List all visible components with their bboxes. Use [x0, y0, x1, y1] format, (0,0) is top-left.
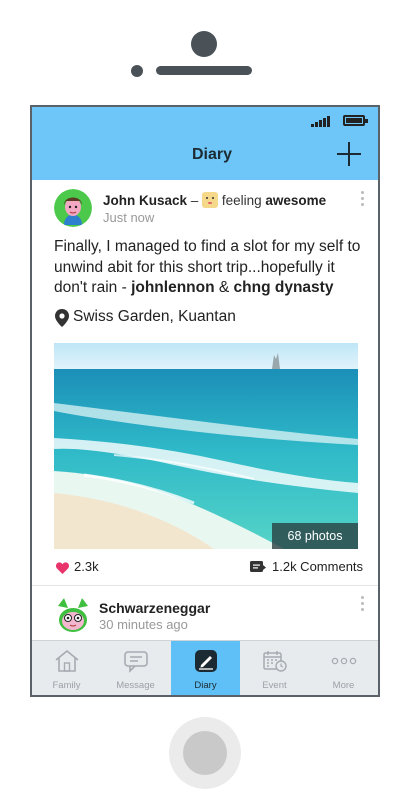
page-title: Diary	[191, 146, 233, 163]
post-body: Finally, I managed to find a slot for my…	[54, 237, 366, 299]
tab-label: Message	[116, 680, 155, 691]
tag-separator: &	[214, 279, 234, 296]
bottom-tab-bar: Family Message Diary Event More	[32, 640, 378, 695]
signal-icon	[311, 115, 333, 127]
post-options-icon[interactable]	[361, 191, 365, 209]
diary-pen-icon	[195, 650, 217, 672]
post-author-name[interactable]: John Kusack	[103, 193, 187, 208]
post-time: Just now	[103, 210, 155, 225]
tab-label: More	[332, 680, 355, 691]
tab-message[interactable]: Message	[101, 641, 170, 695]
feeling-emoji-icon	[202, 192, 219, 208]
earpiece-speaker	[156, 66, 252, 75]
comments-count[interactable]: 1.2k Comments	[272, 559, 363, 574]
tagged-user-2[interactable]: chng dynasty	[234, 279, 334, 296]
add-post-button[interactable]	[337, 142, 361, 166]
proximity-sensor	[131, 65, 143, 77]
author-dash: –	[190, 193, 199, 208]
post-photo[interactable]: 68 photos	[54, 343, 358, 549]
comment-icon[interactable]	[250, 561, 266, 574]
avatar[interactable]	[54, 189, 92, 227]
home-button[interactable]	[183, 731, 227, 775]
chat-bubble-icon	[124, 651, 148, 673]
diary-post-2: Schwarzeneggar 30 minutes ago	[32, 586, 378, 640]
battery-icon	[343, 115, 368, 126]
heart-icon[interactable]	[56, 562, 69, 574]
tab-more[interactable]: More	[309, 641, 378, 695]
diary-post: John Kusack – feeling awesome Just now F…	[32, 180, 378, 586]
feeling-prefix: feeling	[221, 193, 262, 208]
post-author-line: John Kusack – feeling awesome	[103, 192, 326, 208]
avatar[interactable]	[54, 596, 92, 634]
post-time: 30 minutes ago	[99, 617, 188, 632]
app-header: Diary	[32, 134, 378, 180]
front-camera	[191, 31, 217, 57]
tab-event[interactable]: Event	[240, 641, 309, 695]
feeling-value: awesome	[265, 193, 327, 208]
location-pin-icon	[55, 309, 69, 327]
house-icon	[55, 649, 79, 672]
post-options-icon[interactable]	[361, 596, 365, 614]
likes-count: 2.3k	[74, 559, 99, 574]
phone-screen: Diary John Kusack – feeling awesome Just…	[30, 105, 380, 697]
post-location[interactable]: Swiss Garden, Kuantan	[73, 308, 236, 326]
tab-label: Family	[52, 680, 81, 691]
diary-feed[interactable]: John Kusack – feeling awesome Just now F…	[32, 180, 378, 640]
status-bar	[32, 107, 378, 134]
photo-count-badge[interactable]: 68 photos	[272, 523, 358, 549]
calendar-clock-icon	[263, 651, 287, 672]
more-dots-icon	[331, 657, 357, 665]
tab-label: Event	[262, 680, 287, 691]
tagged-user-1[interactable]: johnlennon	[131, 279, 215, 296]
tab-label: Diary	[194, 680, 217, 691]
post-author-name[interactable]: Schwarzeneggar	[99, 600, 210, 616]
tab-diary[interactable]: Diary	[171, 641, 240, 695]
tab-family[interactable]: Family	[32, 641, 101, 695]
